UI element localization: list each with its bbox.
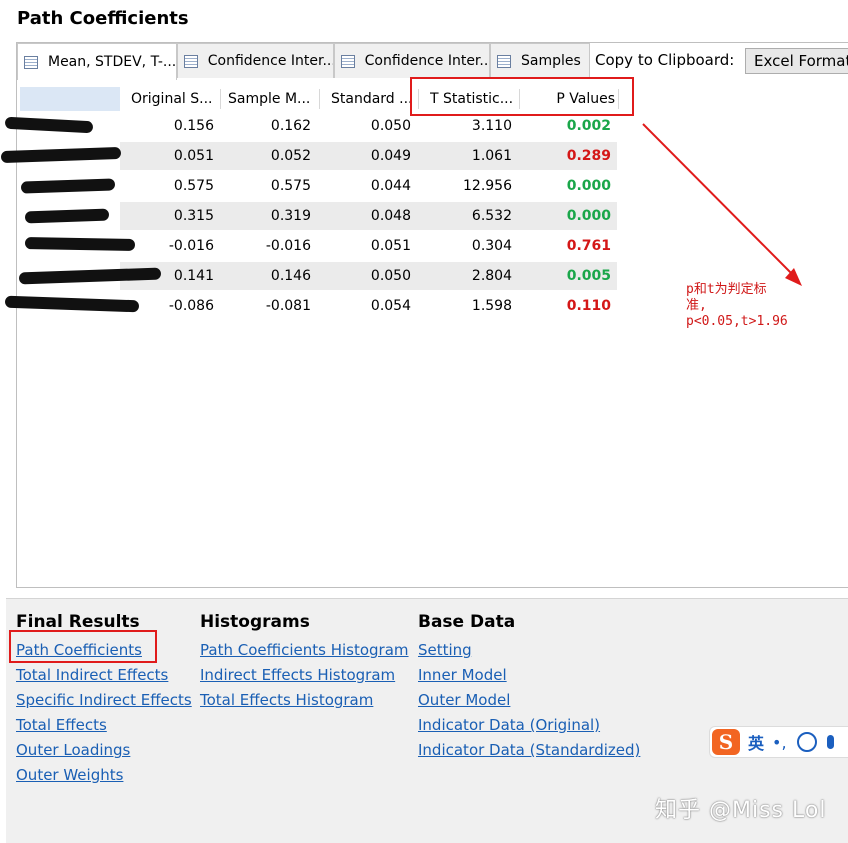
column-header-standard-deviation[interactable]: Standard ... xyxy=(331,87,417,111)
watermark: 知乎 @Miss Lol xyxy=(655,798,827,823)
table-cell-stdev[interactable]: 0.051 xyxy=(331,231,411,261)
link-total-indirect-effects[interactable]: Total Indirect Effects xyxy=(16,666,168,684)
annotation-arrow xyxy=(642,123,802,286)
table-cell-original[interactable]: 0.575 xyxy=(131,171,214,201)
table-cell-stdev[interactable]: 0.049 xyxy=(331,141,411,171)
tab-label: Mean, STDEV, T-... xyxy=(47,54,176,70)
link-outer-weights[interactable]: Outer Weights xyxy=(16,766,123,784)
tab-label: Samples xyxy=(521,53,581,69)
page-title: Path Coefficients xyxy=(17,8,189,29)
final-results-heading: Final Results xyxy=(16,612,140,632)
ime-toolbar[interactable]: S 英 •, xyxy=(709,726,848,758)
link-indicator-data-standardized[interactable]: Indicator Data (Standardized) xyxy=(418,741,640,759)
redacted-row-label xyxy=(20,178,116,194)
table-cell-mean[interactable]: 0.162 xyxy=(228,111,311,141)
table-cell-original[interactable]: -0.016 xyxy=(131,231,214,261)
table-icon xyxy=(341,54,355,68)
table-cell-stdev[interactable]: 0.050 xyxy=(331,261,411,291)
column-separator xyxy=(220,89,221,109)
link-outer-model[interactable]: Outer Model xyxy=(418,691,510,709)
table-cell-mean[interactable]: -0.081 xyxy=(228,291,311,321)
highlight-box-path-coefficients xyxy=(9,630,157,663)
table-cell-stdev[interactable]: 0.050 xyxy=(331,111,411,141)
table-cell-p[interactable]: 0.761 xyxy=(529,231,611,261)
table-cell-mean[interactable]: 0.052 xyxy=(228,141,311,171)
tab-label: Confidence Inter... xyxy=(207,53,333,69)
tab-confidence-intervals-bias[interactable]: Confidence Inter... xyxy=(334,43,490,78)
link-total-effects[interactable]: Total Effects xyxy=(16,716,107,734)
annotation-note: p和t为判定标 准, p<0.05,t>1.96 xyxy=(686,282,788,329)
table-cell-t[interactable]: 2.804 xyxy=(430,261,512,291)
table-cell-p[interactable]: 0.000 xyxy=(529,171,611,201)
table-cell-mean[interactable]: -0.016 xyxy=(228,231,311,261)
sogou-logo-icon: S xyxy=(712,729,740,755)
table-cell-t[interactable]: 0.304 xyxy=(430,231,512,261)
table-cell-mean[interactable]: 0.319 xyxy=(228,201,311,231)
link-setting[interactable]: Setting xyxy=(418,641,472,659)
redacted-row-label xyxy=(4,295,140,313)
ime-punctuation-toggle[interactable]: •, xyxy=(772,733,787,752)
table-cell-p[interactable]: 0.005 xyxy=(529,261,611,291)
table-cell-original[interactable]: 0.156 xyxy=(131,111,214,141)
histograms-heading: Histograms xyxy=(200,612,310,632)
table-icon xyxy=(497,54,511,68)
link-inner-model[interactable]: Inner Model xyxy=(418,666,507,684)
table-cell-t[interactable]: 12.956 xyxy=(430,171,512,201)
tab-samples[interactable]: Samples xyxy=(490,43,590,78)
tab-bar: Mean, STDEV, T-... Confidence Inter... C… xyxy=(17,43,848,80)
link-total-effects-histogram[interactable]: Total Effects Histogram xyxy=(200,691,373,709)
redacted-row-label xyxy=(0,146,122,164)
tab-confidence-intervals[interactable]: Confidence Inter... xyxy=(177,43,334,78)
base-data-heading: Base Data xyxy=(418,612,516,632)
table-cell-stdev[interactable]: 0.054 xyxy=(331,291,411,321)
redacted-row-label xyxy=(24,208,110,224)
link-outer-loadings[interactable]: Outer Loadings xyxy=(16,741,130,759)
table-cell-original[interactable]: -0.086 xyxy=(131,291,214,321)
column-header-original-sample[interactable]: Original S... xyxy=(131,87,217,111)
link-indirect-effects-histogram[interactable]: Indirect Effects Histogram xyxy=(200,666,395,684)
highlight-box-t-p xyxy=(410,77,634,116)
ime-language-toggle[interactable]: 英 xyxy=(748,730,764,754)
table-cell-stdev[interactable]: 0.044 xyxy=(331,171,411,201)
copy-to-clipboard-label: Copy to Clipboard: xyxy=(595,51,735,69)
link-indicator-data-original[interactable]: Indicator Data (Original) xyxy=(418,716,600,734)
table-icon xyxy=(24,55,38,69)
column-header-sample-mean[interactable]: Sample M... xyxy=(228,87,318,111)
column-separator xyxy=(319,89,320,109)
table-cell-p[interactable]: 0.000 xyxy=(529,201,611,231)
table-cell-t[interactable]: 6.532 xyxy=(430,201,512,231)
table-cell-mean[interactable]: 0.575 xyxy=(228,171,311,201)
tab-label: Confidence Inter... xyxy=(364,53,489,69)
redacted-row-label xyxy=(4,116,94,134)
table-cell-t[interactable]: 1.061 xyxy=(430,141,512,171)
redacted-row-label xyxy=(24,237,136,251)
table-cell-original[interactable]: 0.051 xyxy=(131,141,214,171)
link-specific-indirect-effects[interactable]: Specific Indirect Effects xyxy=(16,691,192,709)
table-cell-p[interactable]: 0.289 xyxy=(529,141,611,171)
row-header-corner xyxy=(20,87,120,111)
table-cell-original[interactable]: 0.315 xyxy=(131,201,214,231)
table-cell-t[interactable]: 1.598 xyxy=(430,291,512,321)
microphone-icon[interactable] xyxy=(826,735,834,749)
table-cell-stdev[interactable]: 0.048 xyxy=(331,201,411,231)
table-icon xyxy=(184,54,198,68)
table-cell-p[interactable]: 0.110 xyxy=(529,291,611,321)
tab-mean-stdev[interactable]: Mean, STDEV, T-... xyxy=(17,43,177,80)
emoji-icon[interactable] xyxy=(796,732,817,752)
excel-format-button[interactable]: Excel Format xyxy=(745,48,848,74)
link-path-coefficients-histogram[interactable]: Path Coefficients Histogram xyxy=(200,641,409,659)
table-cell-mean[interactable]: 0.146 xyxy=(228,261,311,291)
